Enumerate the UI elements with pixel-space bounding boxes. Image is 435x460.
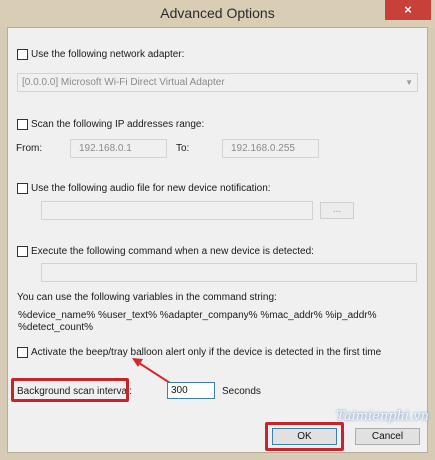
dialog-body: Use the following network adapter: [0.0.… (7, 27, 428, 453)
audio-file-checkbox[interactable] (17, 183, 28, 194)
command-checkbox[interactable] (17, 246, 28, 257)
browse-audio-label: ... (332, 204, 342, 215)
scan-interval-highlight (11, 378, 129, 402)
command-input[interactable] (41, 263, 417, 282)
network-adapter-label: Use the following network adapter: (31, 49, 185, 60)
from-ip-value: 192.168.0.1 (79, 143, 132, 154)
dialog-title: Advanced Options (160, 5, 275, 21)
ip-range-label: Scan the following IP addresses range: (31, 119, 205, 130)
audio-file-option[interactable]: Use the following audio file for new dev… (17, 183, 271, 194)
seconds-label-row: Seconds (222, 386, 261, 397)
network-adapter-option[interactable]: Use the following network adapter: (17, 49, 184, 60)
cancel-label: Cancel (371, 431, 404, 442)
close-button[interactable]: × (385, 0, 431, 20)
audio-file-label: Use the following audio file for new dev… (31, 183, 271, 194)
variables-intro: You can use the following variables in t… (17, 292, 277, 303)
to-ip-value: 192.168.0.255 (231, 143, 295, 154)
command-option[interactable]: Execute the following command when a new… (17, 246, 314, 257)
from-ip-input[interactable]: 192.168.0.1 (70, 139, 167, 158)
cancel-button[interactable]: Cancel (355, 428, 420, 445)
chevron-down-icon: ▼ (405, 78, 413, 87)
from-label-row: From: (16, 143, 42, 154)
variables-intro-row: You can use the following variables in t… (17, 292, 277, 303)
variables-list: %device_name% %user_text% %adapter_compa… (18, 310, 377, 333)
browse-audio-button[interactable]: ... (320, 202, 354, 219)
ok-highlight (265, 422, 344, 451)
beep-label: Activate the beep/tray balloon alert onl… (31, 347, 382, 358)
ip-range-option[interactable]: Scan the following IP addresses range: (17, 119, 204, 130)
to-label-row: To: (176, 143, 189, 154)
audio-file-input[interactable] (41, 201, 313, 220)
beep-checkbox[interactable] (17, 347, 28, 358)
title-bar[interactable]: Advanced Options × (0, 0, 435, 27)
from-label: From: (16, 143, 43, 154)
to-ip-input[interactable]: 192.168.0.255 (222, 139, 319, 158)
beep-option[interactable]: Activate the beep/tray balloon alert onl… (17, 347, 381, 358)
network-adapter-checkbox[interactable] (17, 49, 28, 60)
command-label: Execute the following command when a new… (31, 246, 314, 257)
network-adapter-selected: [0.0.0.0] Microsoft Wi-Fi Direct Virtual… (22, 77, 225, 88)
seconds-label: Seconds (222, 386, 261, 397)
close-icon: × (404, 2, 412, 17)
scan-interval-input[interactable]: 300 (167, 382, 215, 399)
network-adapter-select[interactable]: [0.0.0.0] Microsoft Wi-Fi Direct Virtual… (17, 73, 418, 92)
watermark-logo: Taimienphi.vn (336, 409, 429, 424)
advanced-options-dialog: Advanced Options × Use the following net… (0, 0, 435, 460)
ip-range-checkbox[interactable] (17, 119, 28, 130)
to-label: To: (176, 143, 190, 154)
